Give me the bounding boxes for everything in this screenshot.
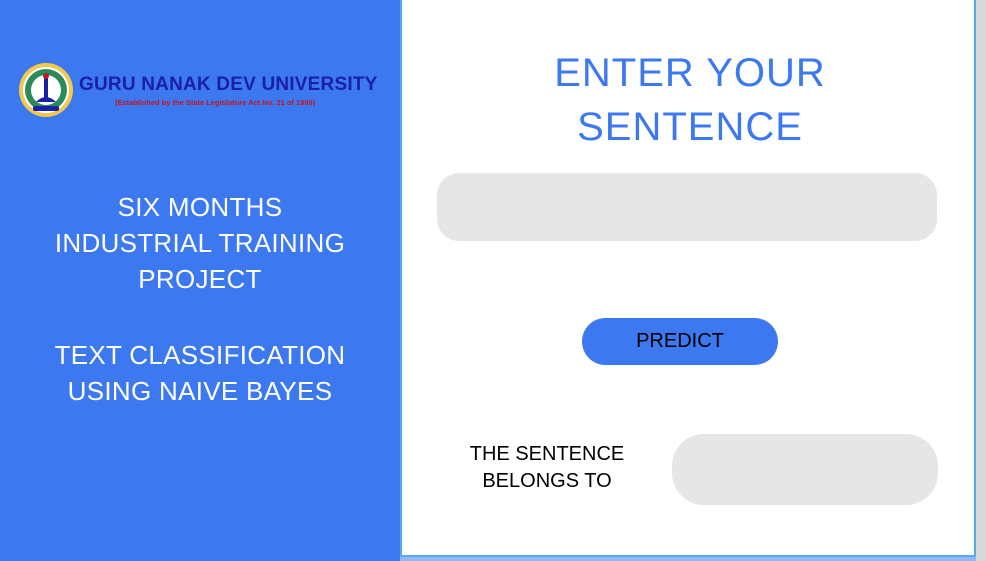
panel-bottom-border	[400, 557, 976, 561]
project-title-line: TEXT CLASSIFICATION	[54, 340, 346, 370]
result-label-line: BELONGS TO	[482, 470, 612, 492]
result-label-line: THE SENTENCE	[469, 443, 625, 465]
university-logo: GURU NANAK DEV UNIVERSITY (Established b…	[18, 62, 378, 117]
predict-button[interactable]: PREDICT	[582, 318, 778, 365]
result-output	[672, 434, 938, 505]
project-title-line: USING NAIVE BAYES	[67, 376, 333, 406]
page-title-line: ENTER YOUR	[554, 51, 826, 95]
page-title: ENTER YOUR SENTENCE	[402, 46, 978, 154]
training-title: SIX MONTHS INDUSTRIAL TRAINING PROJECT	[0, 189, 400, 297]
university-name: GURU NANAK DEV UNIVERSITY	[79, 74, 378, 95]
sentence-input[interactable]	[437, 173, 937, 241]
prediction-panel: ENTER YOUR SENTENCE PREDICT THE SENTENCE…	[400, 0, 976, 557]
university-subtitle: (Established by the State Legislature Ac…	[115, 98, 316, 107]
training-title-line: SIX MONTHS	[117, 192, 283, 222]
training-title-line: PROJECT	[138, 264, 262, 294]
training-title-line: INDUSTRIAL TRAINING	[54, 228, 346, 258]
window-gutter	[976, 0, 986, 561]
university-emblem-icon	[19, 63, 73, 117]
page-title-line: SENTENCE	[577, 105, 803, 149]
info-panel: GURU NANAK DEV UNIVERSITY (Established b…	[0, 0, 400, 561]
result-label: THE SENTENCE BELONGS TO	[462, 441, 632, 495]
project-title: TEXT CLASSIFICATION USING NAIVE BAYES	[0, 337, 400, 409]
app-window: GURU NANAK DEV UNIVERSITY (Established b…	[0, 0, 986, 561]
